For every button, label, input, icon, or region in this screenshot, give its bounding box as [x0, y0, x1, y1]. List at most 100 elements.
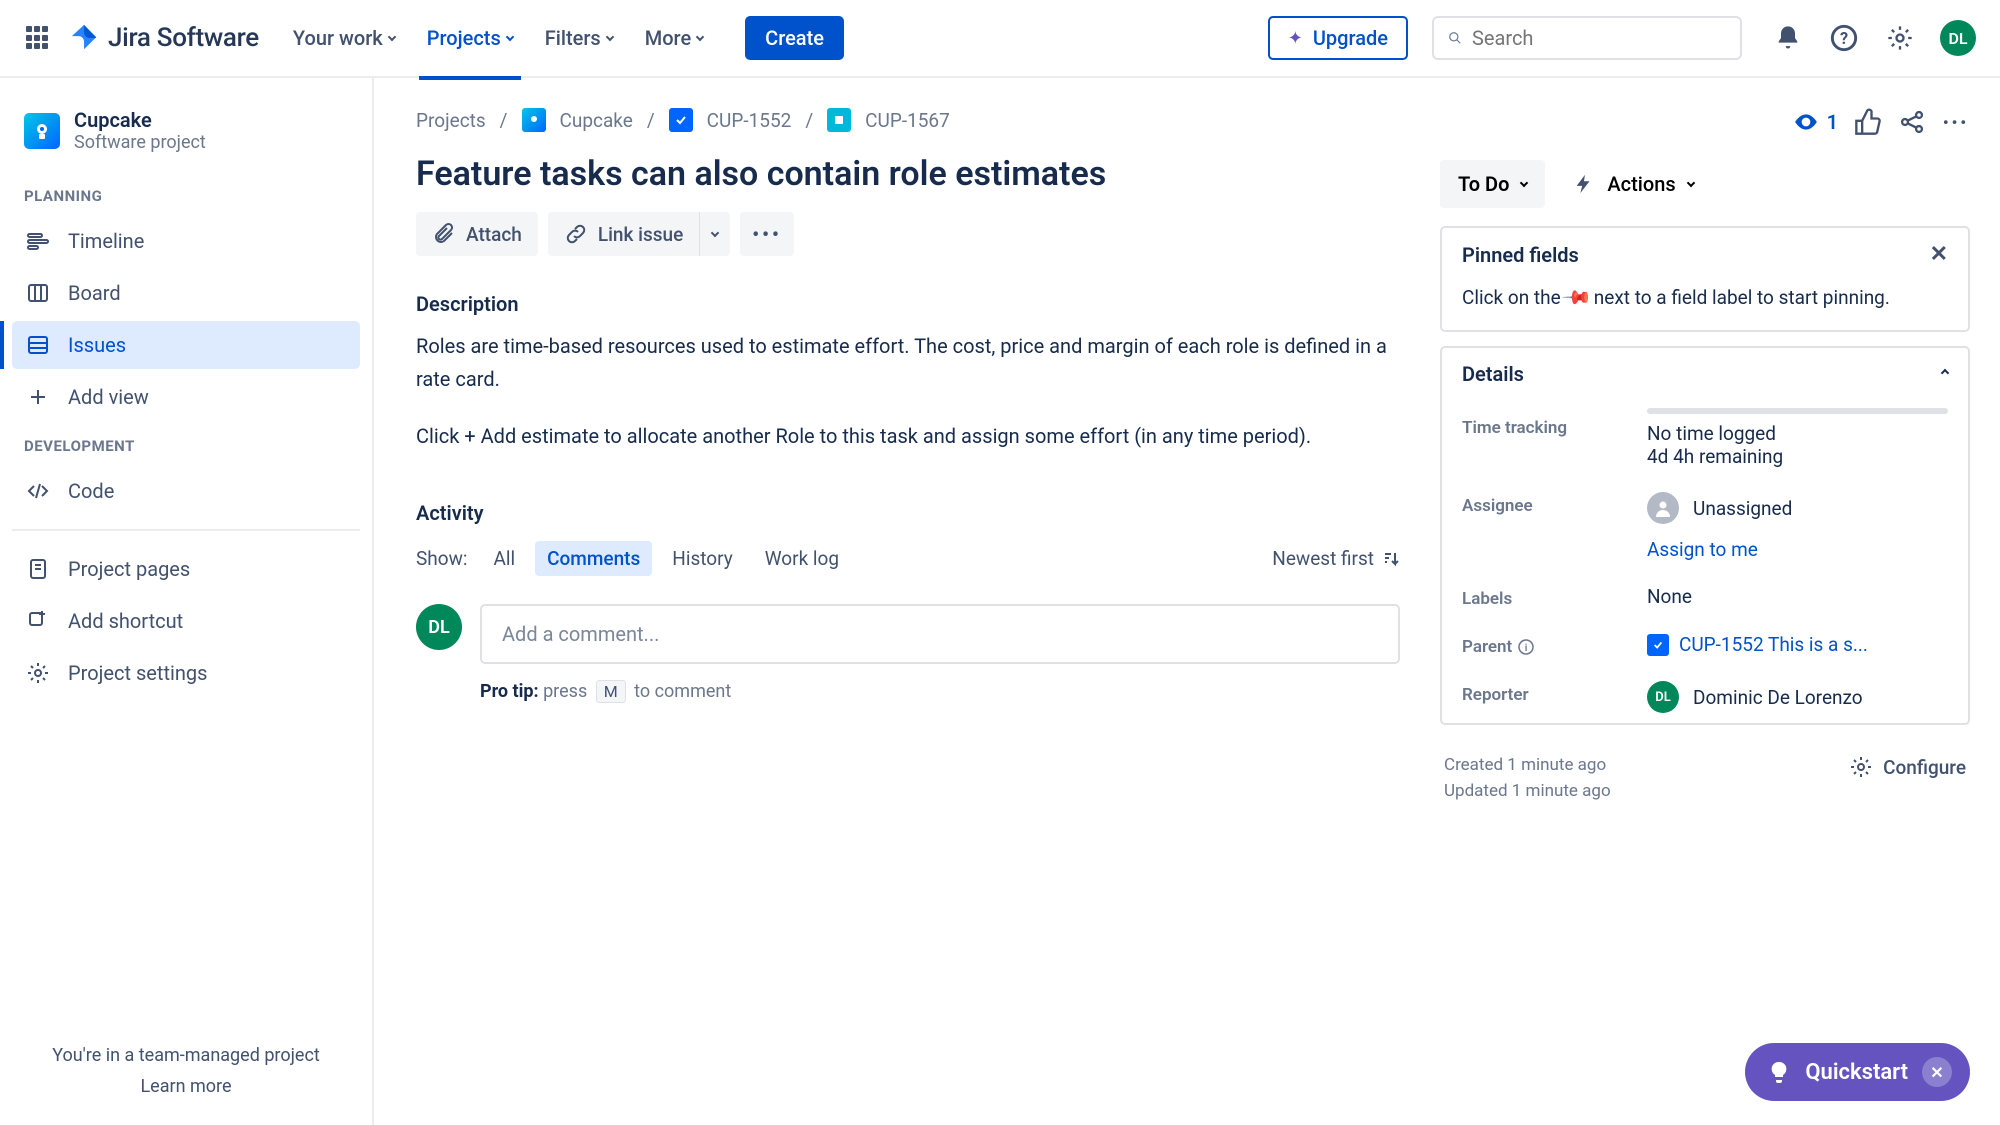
- sidebar-item-label: Add view: [68, 385, 149, 409]
- field-label: Parent i: [1462, 633, 1647, 657]
- breadcrumb-parent[interactable]: CUP-1552: [707, 109, 792, 132]
- right-rail: 1 ••• To Do Actions Pinned: [1440, 108, 1970, 1105]
- settings-icon[interactable]: [1884, 22, 1916, 54]
- tab-comments[interactable]: Comments: [535, 541, 652, 576]
- tab-worklog[interactable]: Work log: [753, 541, 851, 576]
- attach-icon: [432, 222, 456, 246]
- issue-toolbar: Attach Link issue •••: [416, 212, 1400, 256]
- create-button[interactable]: Create: [745, 16, 844, 60]
- share-icon[interactable]: [1898, 108, 1926, 136]
- field-value: DL Dominic De Lorenzo: [1647, 681, 1948, 713]
- field-parent[interactable]: Parent i CUP-1552 This is a s...: [1442, 619, 1968, 667]
- breadcrumb-projects[interactable]: Projects: [416, 109, 486, 132]
- comment-input[interactable]: Add a comment...: [480, 604, 1400, 664]
- nav-more[interactable]: More: [637, 18, 711, 58]
- task-type-icon: [1647, 634, 1669, 656]
- help-icon[interactable]: ?: [1828, 22, 1860, 54]
- sidebar-item-label: Board: [68, 281, 121, 305]
- issue-title[interactable]: Feature tasks can also contain role esti…: [416, 154, 1400, 194]
- assign-to-me-link[interactable]: Assign to me: [1647, 538, 1948, 561]
- details-header[interactable]: Details: [1442, 348, 1968, 400]
- field-assignee[interactable]: Assignee Unassigned Assign to me: [1442, 478, 1968, 571]
- like-icon[interactable]: [1854, 108, 1882, 136]
- sidebar-item-add-view[interactable]: Add view: [12, 373, 360, 421]
- breadcrumb-issue[interactable]: CUP-1567: [865, 109, 950, 132]
- quickstart-button[interactable]: Quickstart ✕: [1745, 1043, 1970, 1101]
- chevron-down-icon: [711, 228, 719, 236]
- status-dropdown[interactable]: To Do: [1440, 160, 1545, 208]
- sidebar-item-board[interactable]: Board: [12, 269, 360, 317]
- product-logo[interactable]: Jira Software: [70, 23, 259, 53]
- field-value: None: [1647, 585, 1948, 608]
- sidebar-item-label: Add shortcut: [68, 609, 183, 633]
- field-labels[interactable]: Labels None: [1442, 571, 1968, 619]
- nav-projects[interactable]: Projects: [419, 18, 521, 58]
- link-issue-label: Link issue: [598, 223, 683, 246]
- attach-button[interactable]: Attach: [416, 212, 538, 256]
- footer-link[interactable]: Learn more: [24, 1076, 348, 1097]
- link-issue-button[interactable]: Link issue: [548, 212, 699, 256]
- nav-filters[interactable]: Filters: [537, 18, 621, 58]
- svg-text:?: ?: [1840, 29, 1848, 48]
- tab-all[interactable]: All: [481, 541, 527, 576]
- quickstart-close[interactable]: ✕: [1922, 1057, 1952, 1087]
- activity-heading: Activity: [416, 501, 1400, 525]
- panel-title: Pinned fields: [1462, 243, 1579, 267]
- watchers[interactable]: 1: [1793, 109, 1838, 135]
- notifications-icon[interactable]: [1772, 22, 1804, 54]
- sidebar-item-issues[interactable]: Issues: [12, 321, 360, 369]
- sidebar-item-code[interactable]: Code: [12, 467, 360, 515]
- sort-button[interactable]: Newest first: [1272, 547, 1400, 570]
- description-body[interactable]: Roles are time-based resources used to e…: [416, 330, 1400, 453]
- rail-header: 1 •••: [1440, 108, 1970, 136]
- sidebar-item-timeline[interactable]: Timeline: [12, 217, 360, 265]
- more-actions-button[interactable]: •••: [740, 212, 793, 256]
- nav-your-work[interactable]: Your work: [285, 18, 403, 58]
- breadcrumb-sep: /: [500, 109, 508, 132]
- subtask-type-icon: [827, 108, 851, 132]
- field-reporter[interactable]: Reporter DL Dominic De Lorenzo: [1442, 667, 1968, 723]
- gear-icon: [1849, 755, 1873, 779]
- link-icon: [564, 222, 588, 246]
- upgrade-button[interactable]: ✦ Upgrade: [1268, 16, 1408, 60]
- protip-text: press: [539, 681, 592, 702]
- field-label: Reporter: [1462, 681, 1647, 705]
- configure-button[interactable]: Configure: [1849, 755, 1966, 779]
- sidebar-item-label: Project settings: [68, 661, 207, 685]
- link-issue-dropdown[interactable]: [699, 212, 730, 256]
- project-header[interactable]: Cupcake Software project: [12, 108, 360, 173]
- search-input[interactable]: [1472, 26, 1726, 50]
- breadcrumb: Projects / Cupcake / CUP-1552 / CUP-1567: [416, 108, 1400, 132]
- page-icon: [26, 557, 50, 581]
- tab-history[interactable]: History: [660, 541, 744, 576]
- chevron-down-icon: [387, 32, 395, 40]
- kbd-key: M: [596, 680, 626, 703]
- parent-link[interactable]: CUP-1552 This is a s...: [1679, 633, 1868, 656]
- main: Projects / Cupcake / CUP-1552 / CUP-1567…: [374, 78, 2000, 1125]
- app-switcher-icon[interactable]: [24, 24, 52, 52]
- project-subtitle: Software project: [74, 132, 206, 153]
- sidebar-item-project-pages[interactable]: Project pages: [12, 545, 360, 593]
- link-issue-group: Link issue: [548, 212, 730, 256]
- shortcut-icon: [26, 609, 50, 633]
- sidebar-item-add-shortcut[interactable]: Add shortcut: [12, 597, 360, 645]
- close-icon[interactable]: ✕: [1930, 242, 1948, 267]
- pinned-fields-body: Click on the 📌 next to a field label to …: [1442, 281, 1968, 330]
- actions-dropdown[interactable]: Actions: [1565, 160, 1701, 208]
- footer-text: You're in a team-managed project: [24, 1045, 348, 1066]
- comment-row: DL Add a comment...: [416, 604, 1400, 664]
- field-value: Unassigned Assign to me: [1647, 492, 1948, 561]
- more-icon[interactable]: •••: [1942, 108, 1970, 136]
- field-time-tracking[interactable]: Time tracking No time logged 4d 4h remai…: [1442, 400, 1968, 478]
- watchers-count: 1: [1827, 110, 1838, 134]
- timeline-icon: [26, 229, 50, 253]
- top-nav: Jira Software Your work Projects Filters…: [0, 0, 2000, 78]
- quickstart-label: Quickstart: [1805, 1060, 1908, 1085]
- search-box[interactable]: [1432, 16, 1742, 60]
- sidebar-item-project-settings[interactable]: Project settings: [12, 649, 360, 697]
- user-avatar[interactable]: DL: [1940, 20, 1976, 56]
- sidebar: Cupcake Software project PLANNING Timeli…: [0, 78, 374, 1125]
- tt-remaining: 4d 4h remaining: [1647, 445, 1948, 468]
- breadcrumb-project[interactable]: Cupcake: [560, 109, 633, 132]
- section-development: DEVELOPMENT: [12, 423, 360, 465]
